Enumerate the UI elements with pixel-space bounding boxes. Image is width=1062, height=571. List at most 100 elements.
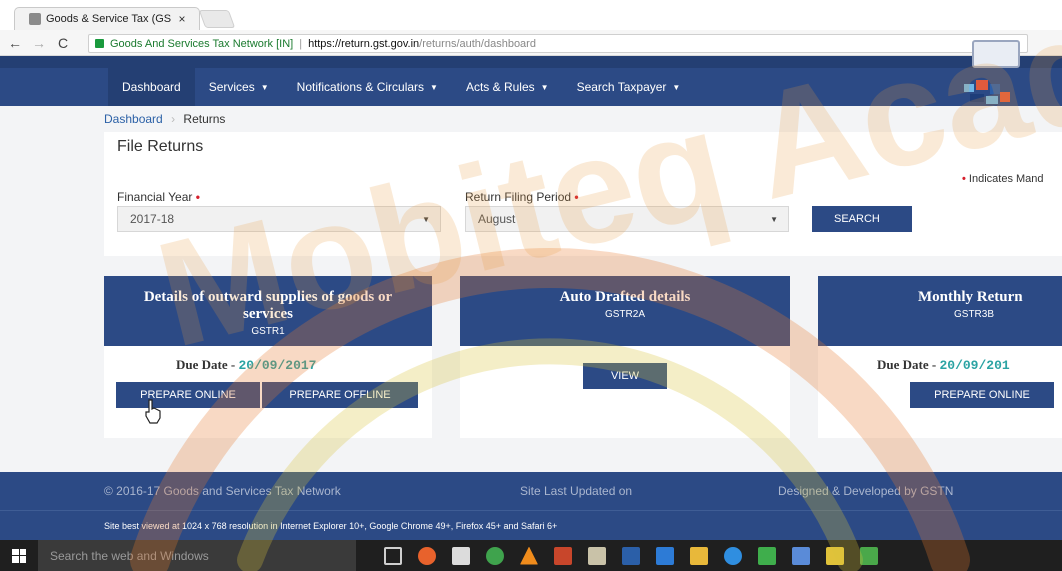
green-app-icon[interactable]: [758, 546, 776, 565]
gstr1-tile-header: Details of outward supplies of goods or …: [104, 276, 432, 346]
edge-icon[interactable]: [724, 546, 742, 565]
gstr1-prepare-online-button[interactable]: PREPARE ONLINE: [116, 382, 260, 408]
gst-favicon-icon: [29, 13, 41, 25]
back-arrow-icon[interactable]: ←: [6, 35, 24, 51]
financial-year-select[interactable]: 2017-18 ▼: [117, 206, 441, 232]
firefox-icon[interactable]: [418, 546, 436, 565]
gstr2a-view-button[interactable]: VIEW: [583, 363, 667, 389]
browser-tabstrip: Goods & Service Tax (GS ×: [0, 0, 1062, 30]
media-icon[interactable]: [588, 546, 606, 565]
gstr1-due-date: Due Date - 20/09/2017: [176, 357, 316, 373]
word-icon[interactable]: [622, 546, 640, 565]
footer-divider: [0, 510, 1062, 511]
nav-dashboard[interactable]: Dashboard: [108, 68, 195, 106]
footer-designed-by: Designed & Developed by GSTN: [778, 484, 954, 498]
gstr2a-code: GSTR2A: [604, 309, 645, 320]
due-date-value: 20/09/2017: [238, 358, 317, 373]
nav-label: Acts & Rules: [465, 80, 535, 94]
mandatory-note-text: Indicates Mand: [968, 173, 1044, 185]
required-marker: •: [574, 190, 579, 204]
breadcrumb-current: Returns: [183, 112, 226, 126]
main-navbar: Dashboard Services ▼ Notifications & Cir…: [0, 68, 1062, 106]
due-date-label: Due Date -: [877, 357, 937, 372]
tab-title: Goods & Service Tax (GS: [46, 13, 172, 25]
hand-cursor-icon: [145, 399, 161, 424]
gstr1-code: GSTR1: [251, 326, 285, 337]
due-date-label: Due Date -: [176, 357, 236, 372]
footer-best-viewed: Site best viewed at 1024 x 768 resolutio…: [104, 521, 558, 531]
return-period-label-text: Return Filing Period: [465, 190, 572, 204]
financial-year-label: Financial Year •: [117, 190, 200, 204]
required-marker: •: [195, 190, 200, 204]
start-button[interactable]: [0, 540, 38, 571]
gst-header-strip: [0, 56, 1062, 68]
financial-year-label-text: Financial Year: [117, 190, 193, 204]
nav-notifications-circulars[interactable]: Notifications & Circulars ▼: [283, 80, 452, 94]
breadcrumb: Dashboard › Returns: [104, 112, 225, 126]
green-app-2-icon[interactable]: [860, 546, 878, 565]
mandatory-note: • Indicates Mand: [962, 173, 1044, 185]
gstr2a-tile: Auto Drafted details GSTR2A: [460, 276, 790, 438]
url-path: /returns/auth/dashboard: [419, 37, 536, 50]
gstr3b-tile-header: Monthly Return GSTR3B: [818, 276, 1062, 346]
nav-label: Search Taxpayer: [576, 80, 667, 94]
gstr3b-code: GSTR3B: [954, 309, 995, 320]
page-title: File Returns: [117, 138, 204, 155]
dropdown-arrow-icon: ▼: [770, 214, 778, 224]
caret-down-icon: ▼: [672, 82, 681, 92]
site-identity: Goods And Services Tax Network [IN]: [110, 37, 294, 50]
footer-last-updated: Site Last Updated on: [520, 484, 633, 498]
return-period-select[interactable]: August ▼: [465, 206, 789, 232]
windows-taskbar: Search the web and Windows: [0, 540, 1062, 571]
nav-search-taxpayer[interactable]: Search Taxpayer ▼: [563, 80, 695, 94]
file-explorer-icon[interactable]: [690, 546, 708, 565]
taskbar-search-box[interactable]: Search the web and Windows: [38, 540, 356, 571]
gstr1-prepare-offline-button[interactable]: PREPARE OFFLINE: [262, 382, 418, 408]
store-icon[interactable]: [452, 546, 470, 565]
lock-icon: [95, 39, 104, 48]
financial-year-value: 2017-18: [130, 212, 175, 226]
forward-arrow-icon[interactable]: →: [30, 35, 48, 51]
task-view-icon[interactable]: [384, 546, 402, 565]
due-date-value: 20/09/201: [939, 358, 1010, 373]
chrome-icon[interactable]: [486, 546, 504, 565]
nav-label: Notifications & Circulars: [296, 80, 425, 94]
mail-icon[interactable]: [656, 546, 674, 565]
reload-icon[interactable]: C: [54, 35, 72, 51]
url-separator: |: [299, 37, 303, 50]
return-period-label: Return Filing Period •: [465, 190, 579, 204]
user-badge-icon: [972, 40, 1020, 68]
address-bar[interactable]: Goods And Services Tax Network [IN] | ht…: [88, 34, 1028, 53]
paint-icon[interactable]: [826, 546, 844, 565]
caret-down-icon: ▼: [540, 82, 549, 92]
taskbar-pinned-apps: [376, 546, 886, 565]
breadcrumb-separator: ›: [171, 112, 176, 126]
required-marker: •: [962, 173, 966, 185]
gstr2a-title: Auto Drafted details: [559, 289, 691, 305]
gstr3b-due-date: Due Date - 20/09/201: [877, 357, 1010, 373]
powerpoint-icon[interactable]: [554, 546, 572, 565]
browser-tab[interactable]: Goods & Service Tax (GS ×: [14, 7, 200, 30]
vlc-icon[interactable]: [520, 546, 538, 565]
file-returns-panel: [104, 132, 1062, 256]
nav-acts-rules[interactable]: Acts & Rules ▼: [452, 80, 563, 94]
browser-toolbar: ← → C Goods And Services Tax Network [IN…: [0, 30, 1062, 56]
tab-close-icon[interactable]: ×: [175, 12, 189, 26]
dropdown-arrow-icon: ▼: [422, 214, 430, 224]
nav-label: Dashboard: [122, 80, 181, 94]
windows-logo-icon: [12, 548, 26, 563]
return-period-value: August: [478, 212, 516, 226]
gstr2a-tile-header: Auto Drafted details GSTR2A: [460, 276, 790, 346]
caret-down-icon: ▼: [430, 82, 438, 92]
gstr1-title: Details of outward supplies of goods or …: [143, 289, 393, 322]
nav-label: Services: [208, 80, 255, 94]
gstr3b-prepare-online-button[interactable]: PREPARE ONLINE: [910, 382, 1054, 408]
search-button[interactable]: SEARCH: [812, 206, 912, 232]
blue-app-icon[interactable]: [792, 546, 810, 565]
url-host: https://return.gst.gov.in: [308, 37, 420, 50]
nav-services[interactable]: Services ▼: [195, 80, 283, 94]
footer-copyright: © 2016-17 Goods and Services Tax Network: [104, 484, 341, 498]
breadcrumb-dashboard-link[interactable]: Dashboard: [104, 112, 163, 126]
caret-down-icon: ▼: [260, 82, 269, 92]
new-tab-button[interactable]: [198, 10, 236, 28]
